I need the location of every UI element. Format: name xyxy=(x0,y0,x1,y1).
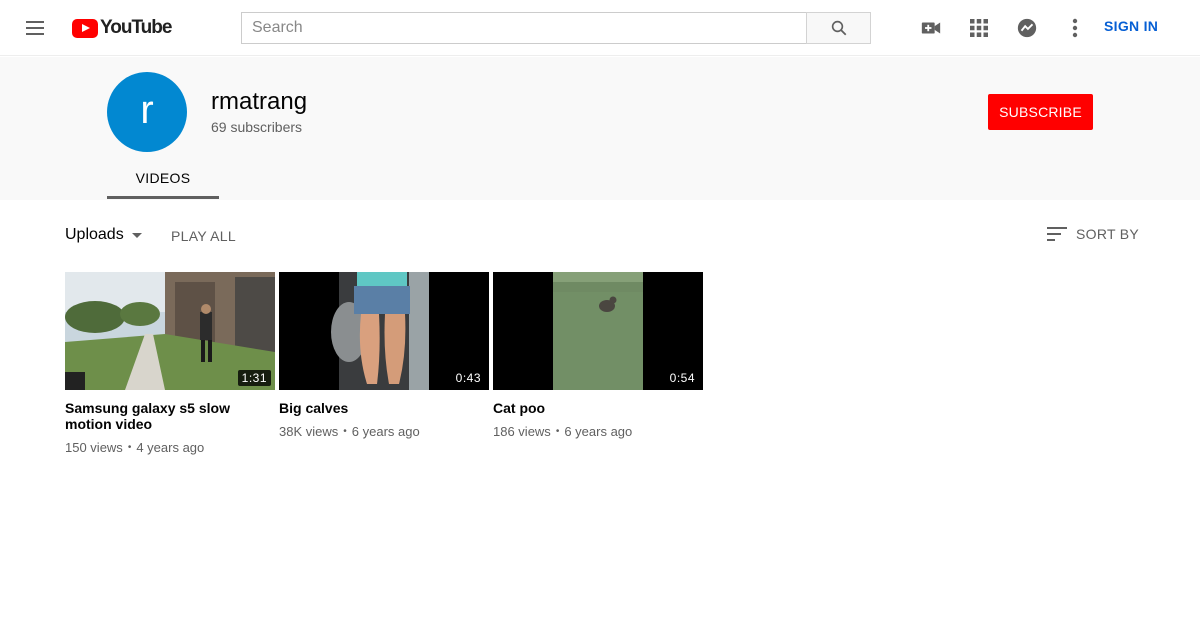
logo-text: YouTube xyxy=(100,17,172,38)
masthead: YouTube Search SIGN IN xyxy=(0,0,1200,56)
menu-icon[interactable] xyxy=(24,18,48,38)
apps-icon[interactable] xyxy=(967,16,991,40)
channel-name: rmatrang xyxy=(211,88,308,115)
video-duration: 0:54 xyxy=(665,370,699,386)
video-thumbnail[interactable]: 0:54 xyxy=(493,272,703,390)
youtube-play-icon xyxy=(72,18,98,38)
video-item[interactable]: 0:43 Big calves 38K views • 6 years ago xyxy=(279,272,489,439)
search-button[interactable] xyxy=(806,12,871,44)
subscribe-button[interactable]: SUBSCRIBE xyxy=(988,94,1093,130)
video-duration: 1:31 xyxy=(237,370,271,386)
youtube-logo[interactable]: YouTube xyxy=(72,17,172,39)
sort-by-button[interactable]: SORT BY xyxy=(1046,225,1139,243)
video-thumbnail[interactable]: 1:31 xyxy=(65,272,275,390)
messages-icon[interactable] xyxy=(1015,16,1039,40)
tab-videos[interactable]: VIDEOS xyxy=(107,157,219,199)
view-count: 150 views xyxy=(65,440,123,455)
view-count: 186 views xyxy=(493,424,551,439)
search-input[interactable]: Search xyxy=(241,12,807,44)
sign-in-button[interactable]: SIGN IN xyxy=(1104,18,1158,34)
video-item[interactable]: 1:31 Samsung galaxy s5 slow motion video… xyxy=(65,272,275,455)
video-thumbnail[interactable]: 0:43 xyxy=(279,272,489,390)
subscriber-count: 69 subscribers xyxy=(211,119,303,135)
upload-age: 6 years ago xyxy=(351,424,420,439)
avatar[interactable]: r xyxy=(107,72,187,152)
video-item[interactable]: 0:54 Cat poo 186 views • 6 years ago xyxy=(493,272,703,439)
video-title[interactable]: Samsung galaxy s5 slow motion video xyxy=(65,400,275,432)
sort-by-label: SORT BY xyxy=(1076,226,1140,242)
search-icon xyxy=(831,20,846,36)
upload-age: 4 years ago xyxy=(136,440,205,455)
uploads-label: Uploads xyxy=(65,226,124,243)
video-duration: 0:43 xyxy=(451,370,485,386)
channel-header: r rmatrang 69 subscribers SUBSCRIBE VIDE… xyxy=(0,57,1200,200)
create-video-icon[interactable] xyxy=(919,16,943,40)
video-meta: 150 views • 4 years ago xyxy=(65,440,275,455)
more-icon[interactable] xyxy=(1063,16,1087,40)
view-count: 38K views xyxy=(279,424,339,439)
separator-dot: • xyxy=(555,426,560,437)
video-meta: 38K views • 6 years ago xyxy=(279,424,489,439)
video-meta: 186 views • 6 years ago xyxy=(493,424,703,439)
video-title[interactable]: Cat poo xyxy=(493,400,703,416)
separator-dot: • xyxy=(127,442,132,453)
separator-dot: • xyxy=(343,426,347,437)
sort-icon xyxy=(1047,227,1067,241)
uploads-dropdown[interactable]: Uploads xyxy=(65,226,142,244)
video-title[interactable]: Big calves xyxy=(279,400,489,416)
chevron-down-icon xyxy=(131,232,142,238)
search-placeholder: Search xyxy=(252,19,303,36)
play-all-button[interactable]: PLAY ALL xyxy=(171,228,236,244)
upload-age: 6 years ago xyxy=(564,424,633,439)
